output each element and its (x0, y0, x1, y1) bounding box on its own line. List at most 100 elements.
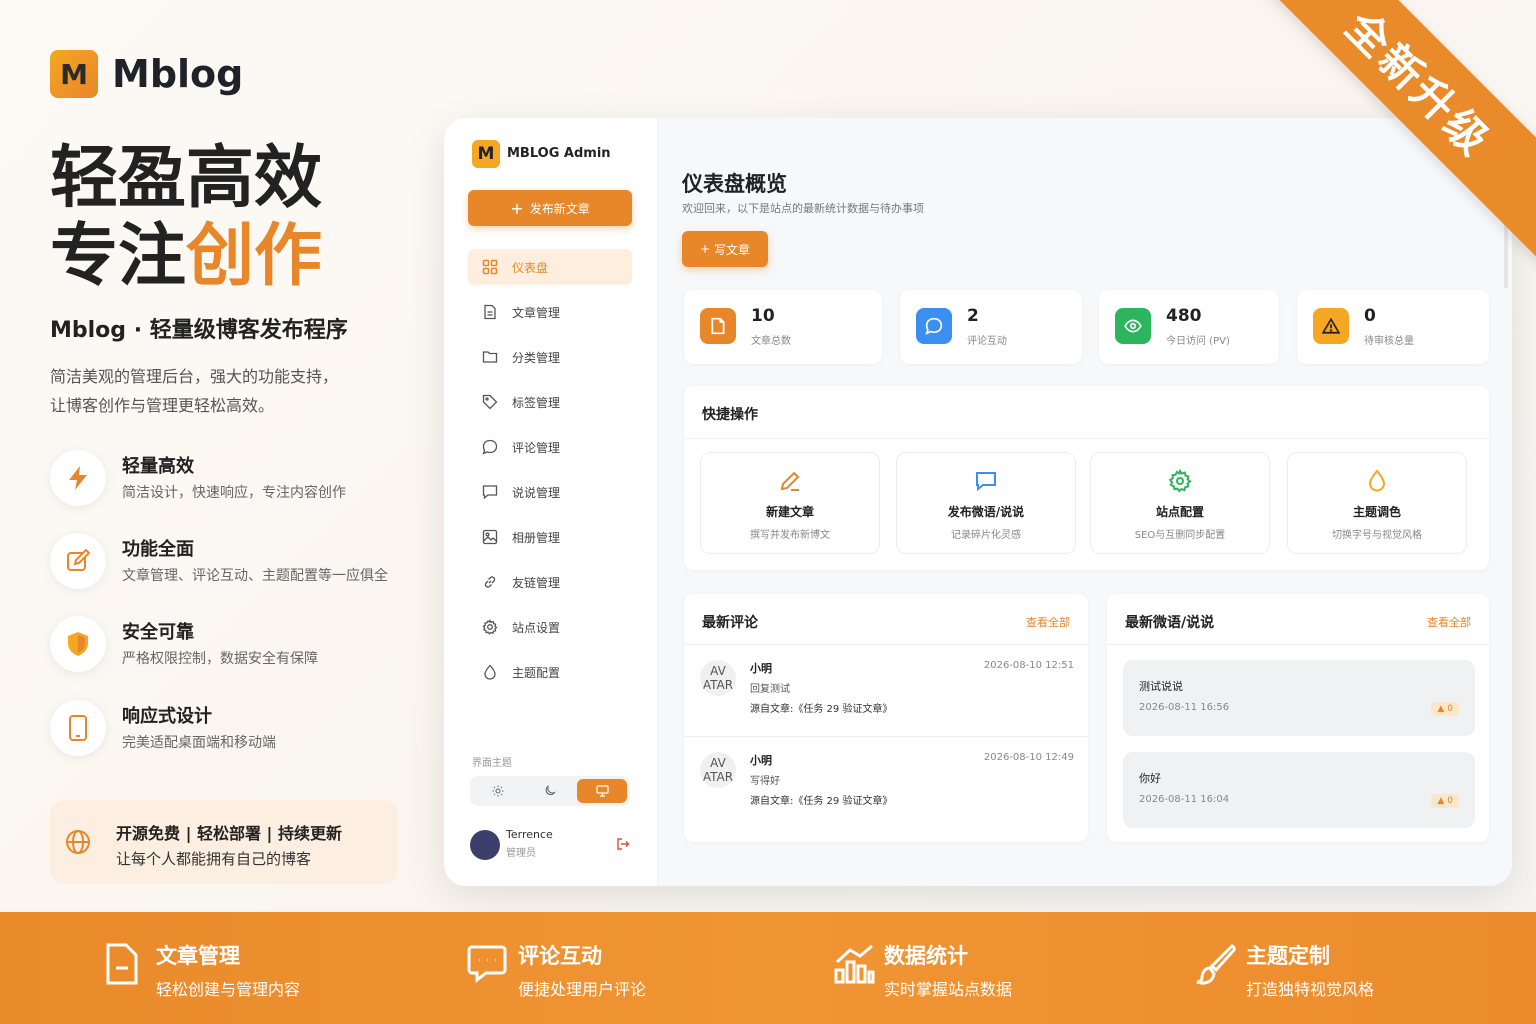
eye-icon (1115, 308, 1151, 344)
comment-text: 写得好 (750, 776, 780, 787)
feature-title: 响应式设计 (122, 706, 212, 727)
user-profile[interactable]: Terrence 管理员 (470, 826, 630, 866)
theme-light-button[interactable] (473, 779, 523, 803)
feature-band: 文章管理 轻松创建与管理内容 评论互动 便捷处理用户评论 数据统计 实时掌握站点… (0, 912, 1536, 1024)
main-content: 仪表盘概览 欢迎回来，以下是站点的最新统计数据与待办事项 + 写文章 10 文章… (658, 118, 1512, 886)
band-desc: 打造独特视觉风格 (1246, 980, 1375, 999)
view-all-moments-link[interactable]: 查看全部 (1427, 614, 1471, 630)
like-badge[interactable]: ▲ 0 (1431, 702, 1459, 716)
feature-item: 安全可靠 严格权限控制，数据安全有保障 (50, 616, 410, 686)
message-icon (976, 472, 996, 492)
sidebar-item-comments[interactable]: 评论管理 (468, 429, 632, 465)
sidebar-item-dashboard[interactable]: 仪表盘 (468, 249, 632, 285)
feature-desc: 完美适配桌面端和移动端 (122, 735, 276, 751)
mobile-icon (50, 700, 106, 756)
sidebar-item-moments[interactable]: 说说管理 (468, 474, 632, 510)
plus-icon: + (699, 242, 711, 256)
band-title: 数据统计 (884, 944, 968, 968)
comment-author: 小明 (750, 662, 772, 675)
sidebar-item-links[interactable]: 友链管理 (468, 564, 632, 600)
sidebar-item-label: 说说管理 (512, 485, 561, 500)
feature-desc: 简洁设计，快速响应，专注内容创作 (122, 485, 346, 501)
theme-dark-button[interactable] (525, 779, 575, 803)
publish-article-button[interactable]: + 发布新文章 (468, 190, 632, 226)
latest-moments-title: 最新微语/说说 (1125, 615, 1215, 631)
hero-heading: 轻盈高效 专注创作 (50, 140, 322, 296)
moment-item[interactable]: 你好 2026-08-11 16:04 ▲ 0 (1123, 752, 1475, 828)
divider (684, 438, 1489, 439)
gear-icon (482, 619, 498, 635)
band-item: 文章管理 轻松创建与管理内容 (104, 912, 404, 1024)
quick-action-desc: 撰写并发布新博文 (750, 530, 830, 541)
moment-time: 2026-08-11 16:04 (1139, 794, 1230, 805)
open-source-banner: 开源免费 | 轻松部署 | 持续更新 让每个人都能拥有自己的博客 (50, 800, 398, 884)
sidebar-item-albums[interactable]: 相册管理 (468, 519, 632, 555)
comment-time: 2026-08-10 12:51 (983, 660, 1074, 671)
thumbs-up-icon: ▲ (1437, 704, 1445, 714)
stat-label: 今日访问 (PV) (1166, 336, 1230, 347)
band-desc: 便捷处理用户评论 (518, 980, 647, 999)
sidebar-item-label: 仪表盘 (512, 260, 549, 275)
document-icon (484, 304, 496, 320)
band-item: 主题定制 打造独特视觉风格 (1194, 912, 1494, 1024)
image-icon (482, 529, 498, 545)
view-all-comments-link[interactable]: 查看全部 (1026, 614, 1070, 630)
quick-action-theme[interactable]: 主题调色 切换字号与视觉风格 (1287, 452, 1467, 554)
message-icon (482, 485, 498, 500)
moment-item[interactable]: 测试说说 2026-08-11 16:56 ▲ 0 (1123, 660, 1475, 736)
band-item: 评论互动 便捷处理用户评论 (466, 912, 766, 1024)
sidebar-item-theme[interactable]: 主题配置 (468, 654, 632, 690)
stat-card-pending: 0 待审核总量 (1297, 290, 1489, 364)
theme-system-button[interactable] (577, 779, 627, 803)
droplet-icon (484, 664, 496, 680)
hero-line-1: 轻盈高效 (50, 139, 323, 218)
hero-line-2: 专注创作 (50, 218, 322, 296)
moon-icon (545, 785, 556, 796)
logout-icon[interactable] (616, 836, 630, 855)
like-badge[interactable]: ▲ 0 (1431, 794, 1459, 808)
feature-item: 功能全面 文章管理、评论互动、主题配置等一应俱全 (50, 533, 410, 603)
plus-icon: + (510, 198, 524, 218)
sidebar-item-tags[interactable]: 标签管理 (468, 384, 632, 420)
band-title: 主题定制 (1246, 944, 1330, 968)
shield-icon (50, 616, 106, 672)
app-title: MBLOG Admin (507, 146, 611, 161)
sidebar-item-label: 友链管理 (512, 575, 561, 590)
sidebar-item-label: 分类管理 (512, 350, 561, 365)
comment-item[interactable]: AV ATAR 小明 写得好 源自文章:《任务 29 验证文章》 2026-08… (700, 752, 1074, 832)
warning-icon (1313, 308, 1349, 344)
sidebar-item-label: 评论管理 (512, 440, 561, 455)
app-logo: M (472, 140, 500, 168)
feature-title: 功能全面 (122, 539, 194, 560)
divider (684, 644, 1088, 645)
like-count: 0 (1447, 704, 1453, 714)
quick-action-title: 发布微语/说说 (947, 505, 1025, 519)
latest-comments-title: 最新评论 (702, 615, 758, 631)
sidebar-item-articles[interactable]: 文章管理 (468, 294, 632, 330)
divider (1107, 644, 1489, 645)
sidebar-item-categories[interactable]: 分类管理 (468, 339, 632, 375)
quick-action-desc: 切换字号与视觉风格 (1332, 530, 1422, 541)
description: 简洁美观的管理后台，强大的功能支持， 让博客创作与管理更轻松高效。 (50, 362, 390, 420)
quick-action-title: 新建文章 (765, 505, 814, 519)
quick-action-new-moment[interactable]: 发布微语/说说 记录碎片化灵感 (896, 452, 1076, 554)
band-desc: 轻松创建与管理内容 (156, 980, 301, 999)
write-article-button[interactable]: + 写文章 (682, 231, 768, 267)
stat-label: 评论互动 (967, 336, 1007, 347)
stat-value: 2 (967, 306, 979, 326)
globe-icon (64, 828, 92, 860)
sidebar-item-settings[interactable]: 站点设置 (468, 609, 632, 645)
avatar: AV ATAR (700, 660, 736, 696)
open-source-line-1: 开源免费 | 轻松部署 | 持续更新 (116, 824, 342, 843)
feature-item: 响应式设计 完美适配桌面端和移动端 (50, 700, 410, 770)
thumbs-up-icon: ▲ (1437, 796, 1445, 806)
stat-value: 10 (751, 306, 775, 326)
quick-action-site-config[interactable]: 站点配置 SEO与互删同步配置 (1090, 452, 1270, 554)
description-line-2: 让博客创作与管理更轻松高效。 (50, 396, 275, 415)
brand-logo: M (50, 50, 98, 98)
comment-item[interactable]: AV ATAR 小明 回复测试 源自文章:《任务 29 验证文章》 2026-0… (700, 660, 1074, 740)
quick-action-new-article[interactable]: 新建文章 撰写并发布新博文 (700, 452, 880, 554)
sidebar-item-label: 相册管理 (512, 530, 561, 545)
sidebar-item-label: 标签管理 (512, 395, 561, 410)
latest-comments-card: 最新评论 查看全部 AV ATAR 小明 回复测试 源自文章:《任务 29 验证… (684, 594, 1088, 842)
